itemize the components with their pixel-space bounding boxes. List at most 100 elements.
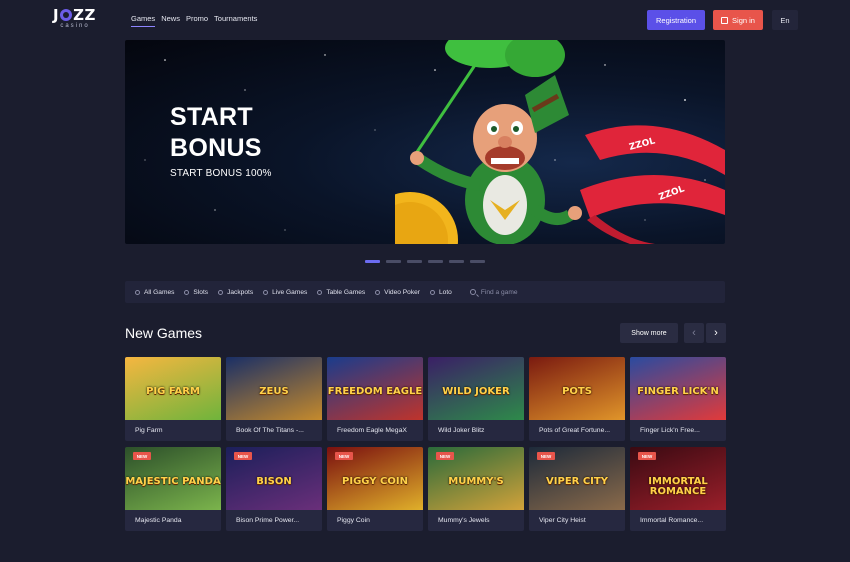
game-name: Finger Lick'n Free... xyxy=(640,427,700,434)
game-name: Bison Prime Power... xyxy=(236,517,300,524)
game-thumbnail: MAJESTIC PANDA NEW xyxy=(125,447,221,510)
game-card[interactable]: BISON NEW Bison Prime Power... xyxy=(226,447,322,531)
banner-subtitle: START BONUS 100% xyxy=(170,168,272,179)
game-card[interactable]: MAJESTIC PANDA NEW Majestic Panda xyxy=(125,447,221,531)
prev-arrow-icon[interactable]: ‹ xyxy=(684,323,704,343)
category-label: Video Poker xyxy=(384,288,420,296)
game-card[interactable]: ZEUS Book Of The Titans -... xyxy=(226,357,322,441)
game-name: Wild Joker Blitz xyxy=(438,427,485,434)
slide-dot[interactable] xyxy=(449,260,464,263)
game-thumbnail: BISON NEW xyxy=(226,447,322,510)
slide-dot[interactable] xyxy=(470,260,485,263)
category-all-games[interactable]: All Games xyxy=(135,289,174,296)
game-card[interactable]: PIGGY COIN NEW Piggy Coin xyxy=(327,447,423,531)
category-loto[interactable]: Loto xyxy=(429,288,452,296)
game-thumbnail-title: PIGGY COIN xyxy=(342,476,408,487)
game-thumbnail: WILD JOKER xyxy=(428,357,524,420)
game-name: Mummy's Jewels xyxy=(438,517,490,524)
login-icon xyxy=(721,16,729,24)
banner-title-line1: START xyxy=(170,103,253,131)
new-badge: NEW xyxy=(234,452,252,460)
sign-in-button[interactable]: Sign in xyxy=(713,10,763,30)
game-thumbnail-title: FREEDOM EAGLE xyxy=(327,386,423,397)
game-card[interactable]: POTS Pots of Great Fortune... xyxy=(529,357,625,441)
category-label: Jackpots xyxy=(227,288,254,296)
slide-dot[interactable] xyxy=(428,260,443,263)
category-jackpots[interactable]: Jackpots xyxy=(218,289,253,296)
game-thumbnail: POTS xyxy=(529,357,625,420)
new-badge: NEW xyxy=(335,452,353,460)
banner-title-line2: BONUS xyxy=(170,134,262,162)
next-arrow-icon[interactable]: › xyxy=(706,323,726,343)
category-label: Loto xyxy=(438,288,452,296)
category-label: Table Games xyxy=(326,288,366,296)
nav-news[interactable]: News xyxy=(161,14,180,27)
game-thumbnail: FINGER LICK'N xyxy=(630,357,726,420)
slide-dot[interactable] xyxy=(365,260,380,263)
jackpot-icon xyxy=(218,289,224,295)
game-thumbnail-title: MAJESTIC PANDA xyxy=(125,476,221,487)
category-live-games[interactable]: Live Games xyxy=(263,289,307,296)
game-search[interactable]: Find a game xyxy=(469,289,518,296)
category-video-poker[interactable]: Video Poker xyxy=(375,289,420,296)
game-thumbnail-title: ZEUS xyxy=(259,386,289,397)
game-thumbnail-title: VIPER CITY xyxy=(546,476,608,487)
category-table-games[interactable]: Table Games xyxy=(317,289,365,296)
table-icon xyxy=(317,289,323,295)
leprechaun-illustration: ZZOL ZZOL xyxy=(395,40,725,244)
game-name: Book Of The Titans -... xyxy=(236,427,304,434)
game-thumbnail: ZEUS xyxy=(226,357,322,420)
game-card[interactable]: WILD JOKER Wild Joker Blitz xyxy=(428,357,524,441)
banner-pagination xyxy=(365,260,485,263)
game-card[interactable]: PIG FARM Pig Farm xyxy=(125,357,221,441)
nav-tournaments[interactable]: Tournaments xyxy=(214,14,257,27)
live-icon xyxy=(263,289,269,295)
poker-icon xyxy=(375,289,381,295)
banner-title: START BONUS xyxy=(170,102,262,164)
slide-dot[interactable] xyxy=(407,260,422,263)
search-input[interactable]: Find a game xyxy=(481,289,518,296)
slide-dot[interactable] xyxy=(386,260,401,263)
game-card[interactable]: IMMORTAL ROMANCE NEW Immortal Romance... xyxy=(630,447,726,531)
game-thumbnail-title: MUMMY'S xyxy=(448,476,504,487)
game-name: Viper City Heist xyxy=(539,517,586,524)
category-label: All Games xyxy=(144,288,175,296)
grid-icon xyxy=(135,289,140,295)
category-label: Live Games xyxy=(272,288,308,296)
game-thumbnail: VIPER CITY NEW xyxy=(529,447,625,510)
registration-button[interactable]: Registration xyxy=(647,10,705,30)
new-badge: NEW xyxy=(638,452,656,460)
game-card[interactable]: FREEDOM EAGLE Freedom Eagle MegaX xyxy=(327,357,423,441)
logo-wordmark: J ZZ xyxy=(53,6,96,24)
game-card[interactable]: MUMMY'S NEW Mummy's Jewels xyxy=(428,447,524,531)
show-more-button[interactable]: Show more xyxy=(620,323,678,343)
game-thumbnail-title: FINGER LICK'N xyxy=(637,386,719,397)
new-games-title: New Games xyxy=(125,325,203,341)
logo[interactable]: J ZZ casino xyxy=(53,8,103,32)
game-thumbnail: PIGGY COIN NEW xyxy=(327,447,423,510)
game-card[interactable]: FINGER LICK'N Finger Lick'n Free... xyxy=(630,357,726,441)
promo-banner[interactable]: START BONUS START BONUS 100% ZZOL ZZOL xyxy=(125,40,725,244)
header: J ZZ casino Games News Promo Tournaments … xyxy=(0,0,850,40)
game-thumbnail: IMMORTAL ROMANCE NEW xyxy=(630,447,726,510)
game-name: Immortal Romance... xyxy=(640,517,704,524)
game-thumbnail: PIG FARM xyxy=(125,357,221,420)
sign-in-label: Sign in xyxy=(732,15,755,25)
game-card[interactable]: VIPER CITY NEW Viper City Heist xyxy=(529,447,625,531)
category-slots[interactable]: Slots xyxy=(184,289,208,296)
new-badge: NEW xyxy=(537,452,555,460)
nav-games[interactable]: Games xyxy=(131,14,156,27)
category-bar: All Games Slots Jackpots Live Games Tabl… xyxy=(125,281,725,303)
game-thumbnail-title: WILD JOKER xyxy=(442,386,510,397)
game-thumbnail-title: PIG FARM xyxy=(146,386,200,397)
game-name: Pig Farm xyxy=(135,427,163,434)
game-thumbnail-title: IMMORTAL ROMANCE xyxy=(648,476,708,497)
game-thumbnail-title: POTS xyxy=(562,386,592,397)
nav-promo[interactable]: Promo xyxy=(186,14,208,27)
search-icon xyxy=(469,289,476,295)
game-name: Freedom Eagle MegaX xyxy=(337,427,407,434)
language-selector[interactable]: En xyxy=(772,10,798,30)
category-label: Slots xyxy=(193,288,209,296)
new-badge: NEW xyxy=(436,452,454,460)
slot-icon xyxy=(184,289,190,295)
